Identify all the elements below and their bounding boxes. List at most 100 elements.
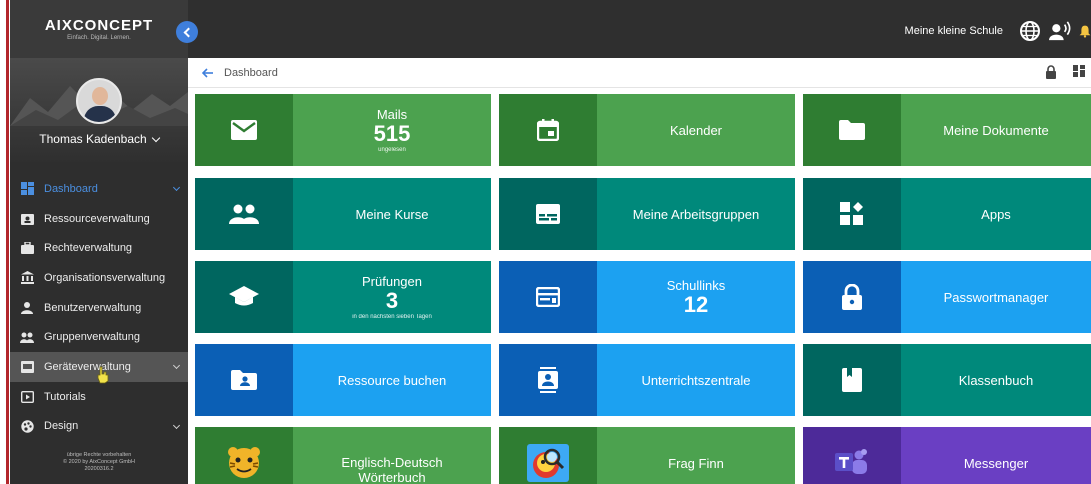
sidebar: AIXCONCEPT Einfach. Digital. Lernen. Tho… <box>10 0 188 484</box>
tile-title: Prüfungen <box>362 274 422 289</box>
tile-klassenbuch[interactable]: Klassenbuch <box>803 344 1091 416</box>
sidebar-item-tutorials[interactable]: Tutorials <box>10 382 188 412</box>
sidebar-item-benutzerverwaltung[interactable]: Benutzerverwaltung <box>10 293 188 323</box>
breadcrumb: Dashboard <box>188 58 1091 88</box>
logo[interactable]: AIXCONCEPT Einfach. Digital. Lernen. <box>10 0 188 58</box>
tile-passwortmanager[interactable]: Passwortmanager <box>803 261 1091 333</box>
avatar[interactable] <box>76 78 122 124</box>
lock-icon[interactable] <box>1045 65 1057 79</box>
collapse-sidebar-button[interactable] <box>176 21 198 43</box>
lock-icon <box>842 284 862 310</box>
tile-meine-kurse[interactable]: Meine Kurse <box>195 178 491 250</box>
book-icon <box>842 368 862 392</box>
tile-pruefungen[interactable]: Prüfungen 3 in den nächsten sieben Tagen <box>195 261 491 333</box>
grid-layout-icon[interactable] <box>1073 65 1085 77</box>
logo-text: AIXCONCEPT <box>44 17 154 34</box>
graduation-cap-icon <box>229 286 259 306</box>
sidebar-item-label: Benutzerverwaltung <box>44 301 142 314</box>
user-name: Thomas Kadenbach <box>39 132 147 146</box>
tile-title: Mails <box>376 107 408 122</box>
tile-label: Meine Kurse <box>355 206 429 222</box>
tile-label: Klassenbuch <box>958 372 1034 388</box>
resource-icon <box>20 212 34 226</box>
breadcrumb-label: Dashboard <box>224 67 278 79</box>
teams-icon <box>835 449 867 474</box>
mail-icon <box>231 120 257 140</box>
tile-apps[interactable]: Apps <box>803 178 1091 250</box>
device-icon <box>20 360 34 374</box>
tile-label: Meine Arbeitsgruppen <box>632 206 760 222</box>
tile-subtitle: ungelesen <box>378 147 406 153</box>
tile-label: Ressource buchen <box>337 372 447 388</box>
tutorial-icon <box>20 390 34 404</box>
tile-label: Kalender <box>669 122 723 138</box>
school-name[interactable]: Meine kleine Schule <box>905 25 1003 37</box>
palette-icon <box>20 419 34 433</box>
sidebar-item-label: Tutorials <box>44 390 86 403</box>
top-icons <box>1019 20 1091 42</box>
tile-meine-dokumente[interactable]: Meine Dokumente <box>803 94 1091 166</box>
logo-tagline: Einfach. Digital. Lernen. <box>67 35 131 41</box>
version-number: 20200316.2 <box>84 466 114 472</box>
contact-card-icon <box>538 367 558 393</box>
institution-icon <box>20 271 34 285</box>
tile-unterrichtszentrale[interactable]: Unterrichtszentrale <box>499 344 795 416</box>
chevron-down-icon <box>172 362 181 370</box>
shared-folder-icon <box>231 370 257 390</box>
tile-frag-finn[interactable]: Frag Finn <box>499 427 795 484</box>
sidebar-item-rechteverwaltung[interactable]: Rechteverwaltung <box>10 233 188 263</box>
breadcrumb-actions <box>1045 65 1085 79</box>
apps-icon <box>840 202 863 225</box>
group-icon <box>20 330 34 344</box>
tile-label: Passwortmanager <box>943 289 1049 305</box>
sidebar-item-dashboard[interactable]: Dashboard <box>10 174 188 204</box>
tile-label: Messenger <box>963 455 1029 471</box>
tile-label: Unterrichtszentrale <box>641 372 751 388</box>
hand-cursor-icon <box>97 366 109 384</box>
tile-label: Meine Dokumente <box>943 122 1049 138</box>
top-bar: Meine kleine Schule <box>176 0 1091 58</box>
dashboard-tiles: Mails 515 ungelesen Kalender Meine Dokum… <box>195 94 1091 484</box>
chevron-left-icon <box>183 27 194 37</box>
sidebar-item-label: Dashboard <box>44 182 98 195</box>
sidebar-item-design[interactable]: Design <box>10 412 188 442</box>
calendar-icon <box>537 119 559 141</box>
user-menu[interactable]: Thomas Kadenbach <box>10 132 188 146</box>
tile-label: Frag Finn <box>668 455 724 471</box>
tile-subtitle: in den nächsten sieben Tagen <box>352 314 432 320</box>
globe-icon[interactable] <box>1019 20 1041 42</box>
tile-kalender[interactable]: Kalender <box>499 94 795 166</box>
chevron-down-icon <box>151 133 160 143</box>
chevron-down-icon <box>172 183 181 192</box>
tile-meine-arbeitsgruppen[interactable]: Meine Arbeitsgruppen <box>499 178 795 250</box>
exam-count: 3 <box>385 288 399 313</box>
sidebar-footer: übrige Rechte vorbehalten © 2020 by AixC… <box>10 452 188 473</box>
frag-finn-logo-icon <box>527 444 569 482</box>
tile-woerterbuch[interactable]: Englisch-Deutsch Wörterbuch <box>195 427 491 484</box>
chevron-down-icon <box>172 421 181 429</box>
tile-messenger[interactable]: Messenger <box>803 427 1091 484</box>
user-profile: Thomas Kadenbach <box>10 58 188 162</box>
folder-icon <box>839 120 865 140</box>
voice-user-icon[interactable] <box>1049 20 1071 42</box>
subtitles-icon <box>536 204 560 224</box>
sidebar-item-ressourceverwaltung[interactable]: Ressourceverwaltung <box>10 204 188 234</box>
copyright-line: © 2020 by AixConcept GmbH <box>63 459 135 465</box>
tile-ressource-buchen[interactable]: Ressource buchen <box>195 344 491 416</box>
sidebar-item-label: Geräteverwaltung <box>44 360 131 373</box>
briefcase-icon <box>20 241 34 255</box>
dashboard-icon <box>20 182 34 196</box>
bell-icon[interactable] <box>1079 20 1091 42</box>
arrow-left-icon[interactable] <box>202 67 214 79</box>
tile-mails[interactable]: Mails 515 ungelesen <box>195 94 491 166</box>
tile-label: Apps <box>981 206 1011 222</box>
tile-schullinks[interactable]: Schullinks 12 <box>499 261 795 333</box>
web-icon <box>536 287 560 307</box>
unread-count: 515 <box>373 121 411 146</box>
tiger-mascot-icon <box>228 447 260 478</box>
sidebar-item-label: Design <box>44 420 79 433</box>
sidebar-item-label: Ressourceverwaltung <box>44 212 150 225</box>
group-icon <box>229 204 259 224</box>
sidebar-item-organisationsverwaltung[interactable]: Organisationsverwaltung <box>10 263 188 293</box>
sidebar-item-gruppenverwaltung[interactable]: Gruppenverwaltung <box>10 322 188 352</box>
